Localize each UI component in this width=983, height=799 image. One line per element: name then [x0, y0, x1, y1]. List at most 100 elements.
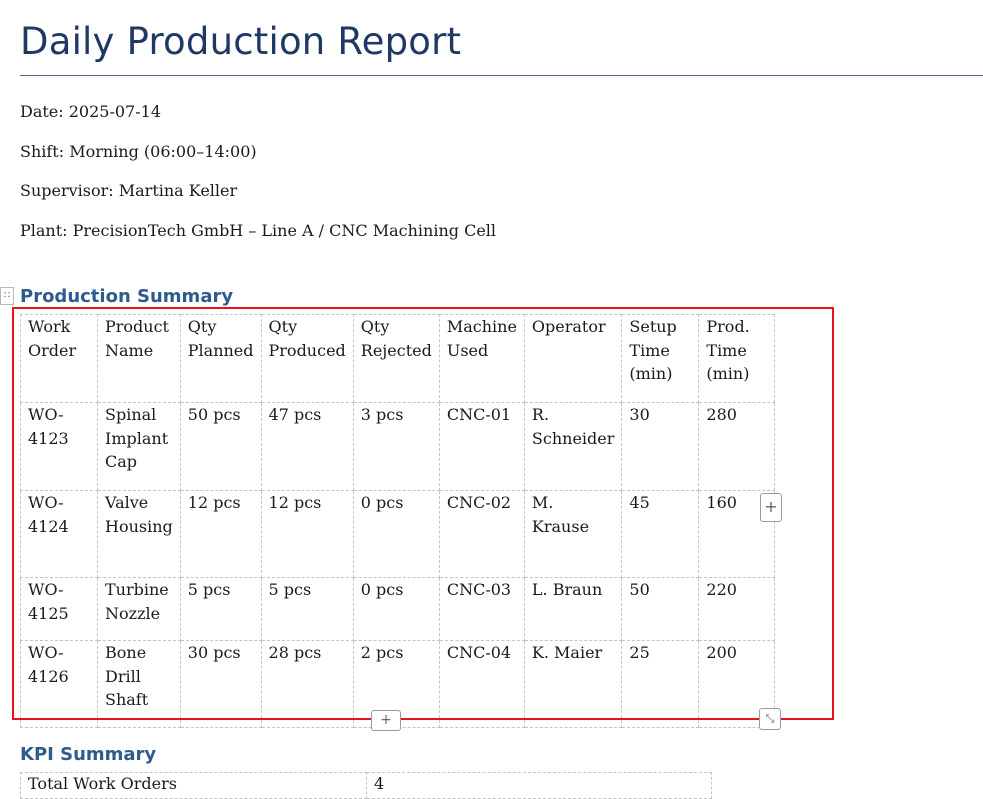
table-cell[interactable]: Bone Drill Shaft — [97, 640, 181, 728]
table-cell[interactable]: WO- 4126 — [20, 640, 98, 728]
table-cell[interactable]: 47 pcs — [260, 402, 354, 491]
header-cell[interactable]: Setup Time (min) — [621, 314, 700, 403]
header-cell[interactable]: Prod. Time (min) — [698, 314, 776, 403]
table-resize-icon[interactable]: ⤡ — [759, 708, 781, 730]
header-cell[interactable]: Product Name — [97, 314, 181, 403]
table-cell[interactable]: 220 — [698, 577, 776, 641]
table-row: WO- 4125 Turbine Nozzle 5 pcs 5 pcs 0 pcs CNC-0… — [20, 577, 776, 641]
cell-text-line: Time — [629, 340, 670, 360]
table-cell[interactable]: CNC-02 — [438, 490, 525, 578]
cell-text-line: 4126 — [28, 666, 69, 686]
cell-text-line: (min) — [706, 364, 750, 383]
cell-text-line: WO- — [28, 643, 64, 662]
table-move-handle-icon[interactable]: ∷ — [0, 287, 14, 305]
header-cell[interactable]: Work Order — [20, 314, 98, 403]
table-cell[interactable]: 45 — [621, 490, 700, 578]
header-cell[interactable]: Operator — [523, 314, 623, 403]
table-cell[interactable]: Turbine Nozzle — [97, 577, 181, 641]
cell-text-line: 0 pcs — [360, 580, 404, 599]
cell-text-line: Qty — [187, 317, 217, 336]
cell-text-line: Bone — [105, 643, 147, 662]
cell-text-line: 5 pcs — [187, 580, 231, 599]
kpi-row: Total Work Orders 4 — [20, 772, 712, 799]
table-row: WO- 4124 Valve Housing 12 pcs 12 pcs 0 pcs CNC-… — [20, 490, 776, 578]
cell-text-line: 220 — [706, 580, 737, 599]
table-cell[interactable]: 12 pcs — [260, 490, 354, 578]
document-title: Daily Production Report — [20, 20, 462, 63]
cell-text-line: CNC-02 — [446, 493, 512, 512]
table-cell[interactable]: 5 pcs — [260, 577, 354, 641]
table-cell[interactable]: R. Schneider — [523, 402, 623, 491]
cell-text-line: Nozzle — [105, 603, 161, 623]
table-cell[interactable]: CNC-01 — [438, 402, 525, 491]
report-shift: Shift: Morning (06:00–14:00) — [20, 142, 257, 161]
cell-text-line: Valve — [105, 493, 149, 512]
cell-text-line: Used — [446, 340, 489, 360]
header-cell[interactable]: Qty Produced — [260, 314, 354, 403]
cell-text-line: Order — [28, 340, 77, 360]
cell-text-line: Prod. — [706, 317, 750, 336]
cell-text-line: 4125 — [28, 603, 69, 623]
table-cell[interactable]: 50 — [621, 577, 700, 641]
table-cell[interactable]: WO- 4124 — [20, 490, 98, 578]
table-cell[interactable]: K. Maier — [523, 640, 623, 728]
header-cell[interactable]: Qty Planned — [179, 314, 262, 403]
table-cell[interactable]: 280 — [698, 402, 776, 491]
table-cell[interactable]: 5 pcs — [179, 577, 262, 641]
cell-text-line: 12 pcs — [187, 493, 241, 512]
cell-text-line: Planned — [187, 340, 254, 360]
cell-text-line: Schneider — [531, 428, 615, 448]
cell-text-line: 25 — [629, 643, 650, 662]
table-cell[interactable]: 12 pcs — [179, 490, 262, 578]
kpi-label-cell[interactable]: Total Work Orders — [20, 772, 367, 799]
cell-text-line: 160 — [706, 493, 737, 512]
table-cell[interactable]: 28 pcs — [260, 640, 354, 728]
cell-text-line: Rejected — [360, 340, 432, 360]
cell-text-line: Operator — [531, 317, 606, 336]
table-cell[interactable]: WO- 4125 — [20, 577, 98, 641]
table-cell[interactable]: 0 pcs — [352, 490, 440, 578]
cell-text-line: WO- — [28, 580, 64, 599]
cell-text-line: 3 pcs — [360, 405, 404, 424]
cell-text-line: 30 pcs — [187, 643, 241, 662]
cell-text-line: 12 pcs — [268, 493, 322, 512]
cell-text-line: Machine — [446, 317, 517, 336]
table-cell[interactable]: Spinal Implant Cap — [97, 402, 181, 491]
cell-text-line: Work — [28, 317, 71, 336]
table-cell[interactable]: Valve Housing — [97, 490, 181, 578]
table-cell[interactable]: 25 — [621, 640, 700, 728]
cell-text-line: 50 pcs — [187, 405, 241, 424]
kpi-summary-heading: KPI Summary — [20, 744, 157, 765]
table-header-row: Work Order Product Name Qty Planned Qty Produce… — [20, 314, 776, 403]
cell-text-line: 5 pcs — [268, 580, 312, 599]
table-cell[interactable]: L. Braun — [523, 577, 623, 641]
report-plant: Plant: PrecisionTech GmbH – Line A / CNC… — [20, 221, 497, 240]
cell-text-line: Housing — [105, 516, 173, 536]
table-cell[interactable]: 0 pcs — [352, 577, 440, 641]
header-cell[interactable]: Qty Rejected — [352, 314, 440, 403]
cell-text-line: Spinal — [105, 405, 157, 424]
cell-text-line: 200 — [706, 643, 737, 662]
cell-text-line: Shaft — [105, 690, 149, 709]
table-cell[interactable]: WO- 4123 — [20, 402, 98, 491]
cell-text-line: CNC-03 — [446, 580, 512, 599]
table-cell[interactable]: M. Krause — [523, 490, 623, 578]
table-cell[interactable]: 3 pcs — [352, 402, 440, 491]
add-row-icon[interactable]: + — [371, 710, 401, 731]
header-cell[interactable]: Machine Used — [438, 314, 525, 403]
cell-text-line: 2 pcs — [360, 643, 404, 662]
production-summary-table: Work Order Product Name Qty Planned Qty Produce… — [20, 314, 776, 728]
cell-text-line: Cap — [105, 452, 138, 471]
table-cell[interactable]: CNC-03 — [438, 577, 525, 641]
cell-text-line: L. Braun — [531, 580, 603, 599]
add-column-icon[interactable]: + — [760, 493, 782, 522]
table-cell[interactable]: 30 — [621, 402, 700, 491]
cell-text-line: Qty — [268, 317, 298, 336]
table-cell[interactable]: CNC-04 — [438, 640, 525, 728]
cell-text-line: 4123 — [28, 428, 69, 448]
cell-text-line: K. Maier — [531, 643, 603, 662]
cell-text-line: Implant — [105, 428, 169, 448]
kpi-value-cell[interactable]: 4 — [366, 772, 712, 799]
table-cell[interactable]: 30 pcs — [179, 640, 262, 728]
table-cell[interactable]: 50 pcs — [179, 402, 262, 491]
